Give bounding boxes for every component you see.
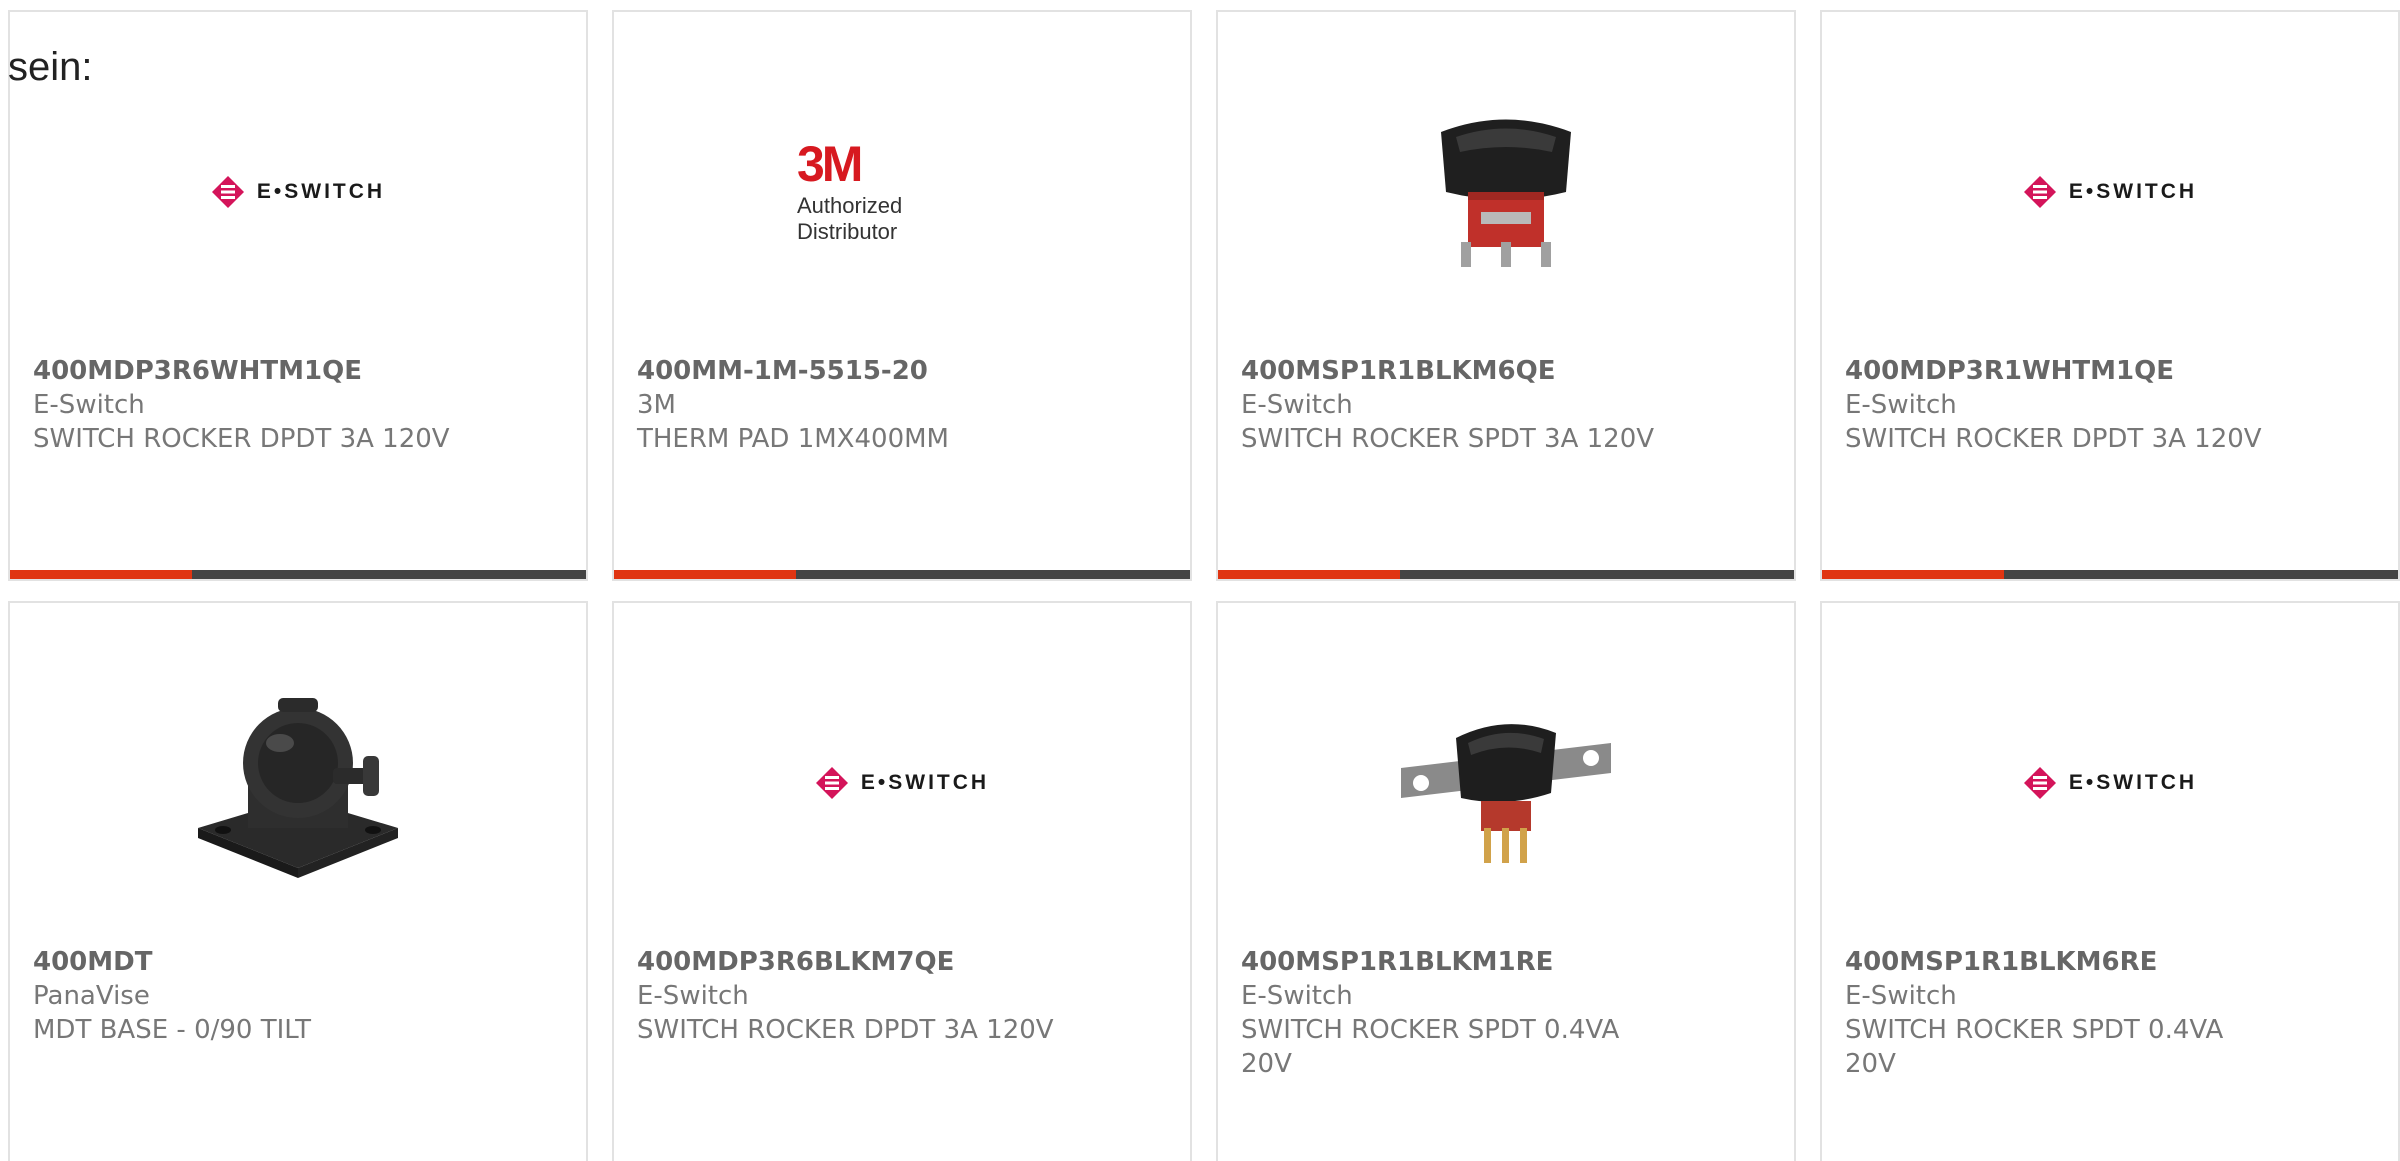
manufacturer: E-Switch: [637, 981, 749, 1011]
part-number[interactable]: 400MSP1R1BLKM1RE: [1241, 945, 1774, 979]
product-card[interactable]: 400MDT PanaVise MDT BASE - 0/90 TILT: [8, 601, 588, 1161]
product-info: 400MSP1R1BLKM1RE E-Switch SWITCH ROCKER …: [1241, 945, 1774, 1081]
product-image[interactable]: 3M Authorized Distributor: [614, 72, 1190, 312]
3m-logo-mark: 3M: [797, 136, 863, 192]
manufacturer: E-Switch: [33, 390, 145, 420]
e-switch-wordmark: E•SWITCH: [256, 180, 386, 203]
product-card[interactable]: 400MSP1R1BLKM1RE E-Switch SWITCH ROCKER …: [1216, 601, 1796, 1161]
product-info: 400MDP3R6BLKM7QE E-Switch SWITCH ROCKER …: [637, 945, 1170, 1047]
product-info: 400MDT PanaVise MDT BASE - 0/90 TILT: [33, 945, 566, 1047]
product-info: 400MSP1R1BLKM6RE E-Switch SWITCH ROCKER …: [1845, 945, 2378, 1081]
part-number[interactable]: 400MDP3R6BLKM7QE: [637, 945, 1170, 979]
product-description: SWITCH ROCKER SPDT 3A 120V: [1241, 424, 1655, 454]
card-accent-bar: [1822, 570, 2004, 579]
e-switch-logo: E•SWITCH: [815, 766, 989, 800]
manufacturer: 3M: [637, 390, 676, 420]
product-info: 400MDP3R1WHTM1QE E-Switch SWITCH ROCKER …: [1845, 354, 2378, 456]
e-switch-wordmark: E•SWITCH: [860, 771, 990, 794]
manufacturer: E-Switch: [1241, 981, 1353, 1011]
card-bottom-bar: [614, 570, 1190, 579]
card-accent-bar: [1218, 570, 1400, 579]
card-accent-bar: [614, 570, 796, 579]
product-image[interactable]: [1218, 663, 1794, 903]
e-switch-diamond-icon: [2023, 767, 2056, 799]
product-description: SWITCH ROCKER DPDT 3A 120V: [33, 424, 450, 454]
mdt-tilt-base-photo: [198, 698, 398, 878]
part-number[interactable]: 400MDT: [33, 945, 566, 979]
e-switch-logo: E•SWITCH: [211, 175, 385, 209]
rocker-switch-photo: [1441, 119, 1571, 267]
product-image[interactable]: E•SWITCH: [1822, 663, 2398, 903]
rocker-switch-bracket-photo: [1401, 724, 1611, 863]
e-switch-diamond-icon: [211, 176, 244, 208]
product-description: MDT BASE - 0/90 TILT: [33, 1015, 312, 1045]
product-card[interactable]: E•SWITCH 400MSP1R1BLKM6RE E-Switch SWITC…: [1820, 601, 2400, 1161]
part-number[interactable]: 400MDP3R6WHTM1QE: [33, 354, 566, 388]
product-image[interactable]: E•SWITCH: [614, 663, 1190, 903]
card-bottom-bar: [1218, 570, 1794, 579]
product-image[interactable]: E•SWITCH: [10, 72, 586, 312]
manufacturer: E-Switch: [1241, 390, 1353, 420]
3m-authorized-distributor-logo: 3M Authorized Distributor: [797, 139, 1007, 245]
product-info: 400MM-1M-5515-20 3M THERM PAD 1MX400MM: [637, 354, 1170, 456]
product-image[interactable]: E•SWITCH: [1822, 72, 2398, 312]
intro-text: sein:: [8, 45, 93, 89]
product-description: SWITCH ROCKER SPDT 0.4VA 20V: [1845, 1015, 2224, 1079]
part-number[interactable]: 400MM-1M-5515-20: [637, 354, 1170, 388]
e-switch-logo: E•SWITCH: [2023, 175, 2197, 209]
product-card[interactable]: 400MSP1R1BLKM6QE E-Switch SWITCH ROCKER …: [1216, 10, 1796, 581]
product-card[interactable]: E•SWITCH 400MDP3R6BLKM7QE E-Switch SWITC…: [612, 601, 1192, 1161]
product-card[interactable]: E•SWITCH 400MDP3R6WHTM1QE E-Switch SWITC…: [8, 10, 588, 581]
card-accent-bar: [10, 570, 192, 579]
product-image[interactable]: [10, 663, 586, 903]
product-description: THERM PAD 1MX400MM: [637, 424, 949, 454]
card-bottom-bar: [10, 570, 586, 579]
product-info: 400MSP1R1BLKM6QE E-Switch SWITCH ROCKER …: [1241, 354, 1774, 456]
manufacturer: PanaVise: [33, 981, 150, 1011]
product-info: 400MDP3R6WHTM1QE E-Switch SWITCH ROCKER …: [33, 354, 566, 456]
part-number[interactable]: 400MSP1R1BLKM6QE: [1241, 354, 1774, 388]
product-image[interactable]: [1218, 72, 1794, 312]
e-switch-logo: E•SWITCH: [2023, 766, 2197, 800]
e-switch-wordmark: E•SWITCH: [2068, 180, 2198, 203]
product-description: SWITCH ROCKER SPDT 0.4VA 20V: [1241, 1015, 1620, 1079]
manufacturer: E-Switch: [1845, 390, 1957, 420]
manufacturer: E-Switch: [1845, 981, 1957, 1011]
e-switch-wordmark: E•SWITCH: [2068, 771, 2198, 794]
product-grid: sein: E•SWITCH 400MDP3R6WHTM1QE E-Switch…: [0, 0, 2400, 1161]
card-bottom-bar: [1822, 570, 2398, 579]
product-card[interactable]: 3M Authorized Distributor 400MM-1M-5515-…: [612, 10, 1192, 581]
part-number[interactable]: 400MDP3R1WHTM1QE: [1845, 354, 2378, 388]
3m-logo-tagline: Authorized Distributor: [797, 193, 903, 244]
e-switch-diamond-icon: [2023, 176, 2056, 208]
e-switch-diamond-icon: [815, 767, 848, 799]
product-card[interactable]: E•SWITCH 400MDP3R1WHTM1QE E-Switch SWITC…: [1820, 10, 2400, 581]
product-description: SWITCH ROCKER DPDT 3A 120V: [637, 1015, 1054, 1045]
part-number[interactable]: 400MSP1R1BLKM6RE: [1845, 945, 2378, 979]
product-description: SWITCH ROCKER DPDT 3A 120V: [1845, 424, 2262, 454]
